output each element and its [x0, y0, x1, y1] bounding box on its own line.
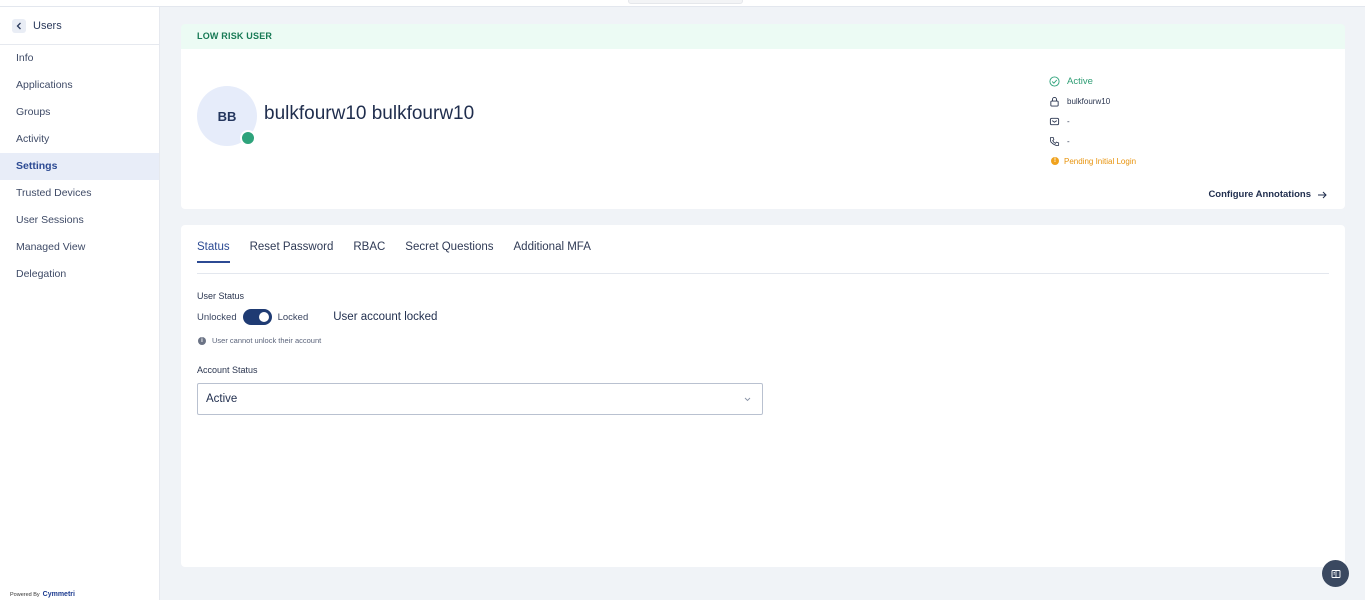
- sidebar-item-managed-view[interactable]: Managed View: [0, 234, 159, 261]
- check-circle-icon: [1049, 75, 1060, 87]
- toggle-locked-label: Locked: [277, 311, 309, 323]
- powered-by: Powered By Cymmetri: [10, 591, 75, 598]
- arrow-right-icon: [1318, 191, 1327, 198]
- mail-icon: [1049, 117, 1060, 125]
- user-name: bulkfourw10 bulkfourw10: [264, 103, 475, 124]
- tab-status[interactable]: Status: [197, 239, 230, 263]
- locked-message: User account locked: [333, 311, 438, 323]
- sidebar-item-user-sessions[interactable]: User Sessions: [0, 207, 159, 234]
- sidebar-item-groups[interactable]: Groups: [0, 99, 159, 126]
- configure-annotations-label: Configure Annotations: [1208, 189, 1311, 200]
- status-row: Active: [1049, 71, 1136, 91]
- sidebar-item-activity[interactable]: Activity: [0, 126, 159, 153]
- tab-secret-questions[interactable]: Secret Questions: [405, 239, 493, 274]
- sidebar: Users Info Applications Groups Activity …: [0, 7, 160, 600]
- account-status-value: Active: [206, 393, 238, 405]
- user-status-label: User Status: [197, 291, 245, 301]
- sidebar-nav: Info Applications Groups Activity Settin…: [0, 45, 159, 288]
- back-label: Users: [33, 19, 62, 32]
- lock-icon: [1050, 96, 1059, 107]
- book-icon: [1331, 569, 1340, 578]
- online-status-dot: [240, 130, 256, 146]
- brand-logo: Cymmetri: [42, 591, 75, 598]
- user-meta: Active bulkfourw10 - - ! Pending Initial…: [1049, 71, 1136, 171]
- phone-row: -: [1049, 131, 1136, 151]
- tab-additional-mfa[interactable]: Additional MFA: [514, 239, 591, 274]
- back-to-users[interactable]: Users: [0, 7, 159, 45]
- info-icon: i: [198, 336, 206, 345]
- status-text: Active: [1067, 75, 1093, 87]
- username-text: bulkfourw10: [1067, 96, 1111, 106]
- powered-by-text: Powered By: [10, 591, 40, 598]
- sidebar-item-applications[interactable]: Applications: [0, 72, 159, 99]
- help-widget-button[interactable]: [1322, 560, 1349, 587]
- tabs-divider: [197, 273, 1329, 274]
- sidebar-item-settings[interactable]: Settings: [0, 153, 159, 180]
- sidebar-item-delegation[interactable]: Delegation: [0, 261, 159, 288]
- lock-toggle[interactable]: [242, 309, 272, 325]
- tab-reset-password[interactable]: Reset Password: [250, 239, 334, 274]
- email-text: -: [1067, 116, 1070, 126]
- settings-tabs: Status Reset Password RBAC Secret Questi…: [197, 239, 611, 274]
- toggle-knob: [258, 312, 269, 322]
- email-row: -: [1049, 111, 1136, 131]
- username-row: bulkfourw10: [1049, 91, 1136, 111]
- top-bar-handle: [628, 0, 743, 4]
- sidebar-item-info[interactable]: Info: [0, 45, 159, 72]
- account-status-label: Account Status: [197, 365, 258, 375]
- configure-annotations-link[interactable]: Configure Annotations: [1208, 189, 1327, 200]
- phone-text: -: [1067, 136, 1070, 146]
- phone-icon: [1049, 136, 1060, 146]
- settings-card: Status Reset Password RBAC Secret Questi…: [181, 225, 1345, 567]
- user-status-toggle-row: Unlocked Locked User account locked: [197, 309, 437, 325]
- info-note: i User cannot unlock their account: [198, 336, 321, 345]
- pending-text: Pending Initial Login: [1064, 156, 1137, 166]
- toggle-unlocked-label: Unlocked: [197, 311, 237, 323]
- tab-rbac[interactable]: RBAC: [353, 239, 385, 274]
- account-status-select[interactable]: Active: [197, 383, 763, 415]
- top-bar: [0, 0, 1365, 7]
- sidebar-item-trusted-devices[interactable]: Trusted Devices: [0, 180, 159, 207]
- user-header-card: BB bulkfourw10 bulkfourw10 Active bulkfo…: [181, 49, 1345, 209]
- warning-icon: !: [1051, 157, 1059, 165]
- pending-row: ! Pending Initial Login: [1049, 151, 1136, 171]
- chevron-left-icon[interactable]: [12, 18, 26, 33]
- risk-banner: LOW RISK USER: [181, 24, 1345, 49]
- chevron-down-icon: [744, 397, 751, 402]
- info-note-text: User cannot unlock their account: [212, 336, 322, 345]
